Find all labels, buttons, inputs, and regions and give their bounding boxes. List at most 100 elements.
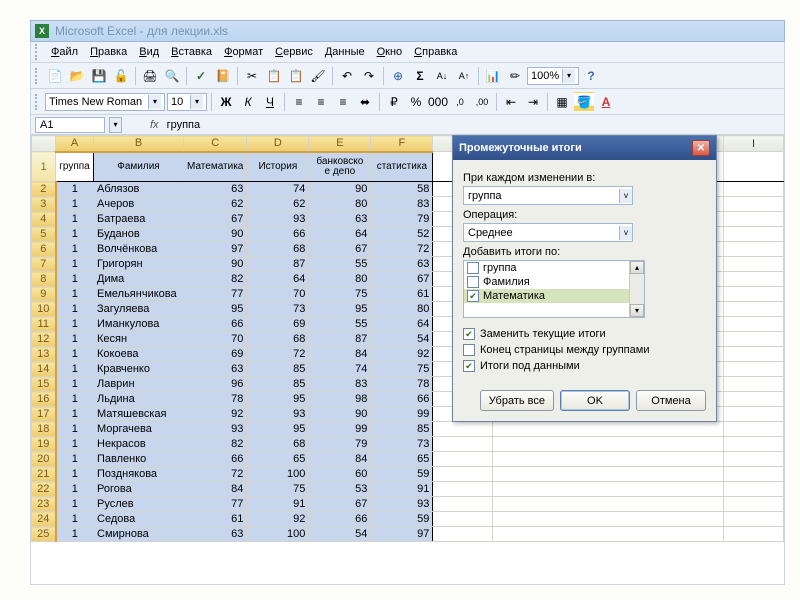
cell[interactable] [493, 467, 724, 482]
menu-окно[interactable]: Окно [371, 44, 409, 60]
cell[interactable] [493, 497, 724, 512]
cell[interactable]: Моргачева [94, 422, 184, 437]
checkbox-pagebreak[interactable]: Конец страницы между группами [463, 344, 706, 356]
cell[interactable] [724, 272, 784, 287]
menu-вставка[interactable]: Вставка [165, 44, 218, 60]
cell[interactable] [433, 512, 493, 527]
column-header-I[interactable]: I [724, 136, 784, 152]
cell[interactable]: 75 [309, 287, 371, 302]
zoom-select[interactable]: 100% ▾ [527, 67, 579, 85]
cell[interactable] [724, 212, 784, 227]
cell[interactable] [724, 197, 784, 212]
cell[interactable] [724, 407, 784, 422]
percent-icon[interactable]: % [406, 92, 426, 112]
cell[interactable]: 84 [309, 347, 371, 362]
cell[interactable]: Буданов [94, 227, 184, 242]
ok-button[interactable]: OK [560, 390, 630, 411]
checkbox-below-data[interactable]: ✔ Итоги под данными [463, 360, 706, 372]
column-header-F[interactable]: F [371, 136, 433, 152]
cell[interactable]: 1 [56, 452, 94, 467]
cell[interactable]: 96 [184, 377, 247, 392]
cell[interactable]: 80 [309, 197, 371, 212]
cell[interactable]: 92 [247, 512, 309, 527]
column-header-D[interactable]: D [247, 136, 309, 152]
cell[interactable]: 100 [247, 527, 309, 542]
cell[interactable]: 67 [371, 272, 433, 287]
cell[interactable]: 72 [247, 347, 309, 362]
cell[interactable] [724, 512, 784, 527]
cell[interactable] [724, 302, 784, 317]
cell[interactable]: 91 [247, 497, 309, 512]
cell[interactable] [724, 362, 784, 377]
cell[interactable]: 1 [56, 377, 94, 392]
row-header-6[interactable]: 6 [32, 242, 56, 257]
listbox-item[interactable]: группа [464, 261, 629, 275]
cell[interactable] [724, 497, 784, 512]
hyperlink-icon[interactable]: ⊕ [388, 66, 408, 86]
menu-данные[interactable]: Данные [319, 44, 371, 60]
cell[interactable]: 93 [247, 212, 309, 227]
cell[interactable]: 80 [309, 272, 371, 287]
cell[interactable]: 68 [247, 242, 309, 257]
cell[interactable]: 99 [371, 407, 433, 422]
cell[interactable]: Иманкулова [94, 317, 184, 332]
cell[interactable]: 64 [247, 272, 309, 287]
cell[interactable]: Рогова [94, 482, 184, 497]
cell[interactable] [433, 422, 493, 437]
cell[interactable]: 54 [371, 332, 433, 347]
cell[interactable]: 91 [371, 482, 433, 497]
cell[interactable]: 69 [184, 347, 247, 362]
cell[interactable]: 93 [371, 497, 433, 512]
increase-decimal-icon[interactable]: ,0 [450, 92, 470, 112]
cell[interactable]: 59 [371, 467, 433, 482]
cell[interactable]: 77 [184, 497, 247, 512]
cell[interactable]: 54 [309, 527, 371, 542]
cell[interactable]: Батраева [94, 212, 184, 227]
permission-icon[interactable]: 🔓 [111, 66, 131, 86]
cell[interactable]: 65 [247, 452, 309, 467]
cell[interactable]: 78 [184, 392, 247, 407]
cell[interactable]: 93 [247, 407, 309, 422]
cell[interactable]: Емельянчикова [94, 287, 184, 302]
cell[interactable] [493, 512, 724, 527]
cell[interactable]: 1 [56, 512, 94, 527]
cell[interactable]: 70 [247, 287, 309, 302]
cell[interactable]: 63 [184, 362, 247, 377]
cell[interactable]: 70 [184, 332, 247, 347]
row-header-5[interactable]: 5 [32, 227, 56, 242]
cell[interactable]: 90 [309, 407, 371, 422]
cell[interactable]: 1 [56, 257, 94, 272]
research-icon[interactable]: 📔 [213, 66, 233, 86]
row-header-12[interactable]: 12 [32, 332, 56, 347]
font-color-icon[interactable]: A [596, 92, 616, 112]
spelling-icon[interactable]: ✓ [191, 66, 211, 86]
cell[interactable] [433, 497, 493, 512]
cell[interactable]: 1 [56, 362, 94, 377]
cell[interactable]: Дима [94, 272, 184, 287]
cell[interactable]: 64 [309, 227, 371, 242]
cell[interactable]: 1 [56, 422, 94, 437]
cell[interactable]: Седова [94, 512, 184, 527]
cell[interactable]: 1 [56, 242, 94, 257]
cell[interactable] [724, 287, 784, 302]
cell[interactable] [433, 452, 493, 467]
select-all-corner[interactable] [32, 136, 56, 152]
clear-all-button[interactable]: Убрать все [480, 390, 554, 411]
cell[interactable]: 85 [247, 377, 309, 392]
operation-select[interactable]: Среднее v [463, 223, 633, 242]
cell[interactable]: 1 [56, 212, 94, 227]
cell[interactable] [724, 182, 784, 197]
cell[interactable]: Смирнова [94, 527, 184, 542]
cell[interactable]: 66 [371, 392, 433, 407]
open-icon[interactable]: 📂 [67, 66, 87, 86]
cell[interactable]: 1 [56, 497, 94, 512]
row-header-10[interactable]: 10 [32, 302, 56, 317]
comma-icon[interactable]: 000 [428, 92, 448, 112]
cell[interactable]: 58 [371, 182, 433, 197]
cell[interactable]: 79 [309, 437, 371, 452]
increase-indent-icon[interactable]: ⇥ [523, 92, 543, 112]
toolbar-handle-icon[interactable] [35, 94, 39, 110]
cut-icon[interactable]: ✂ [242, 66, 262, 86]
scroll-down-icon[interactable]: ▾ [630, 304, 644, 317]
row-header-16[interactable]: 16 [32, 392, 56, 407]
